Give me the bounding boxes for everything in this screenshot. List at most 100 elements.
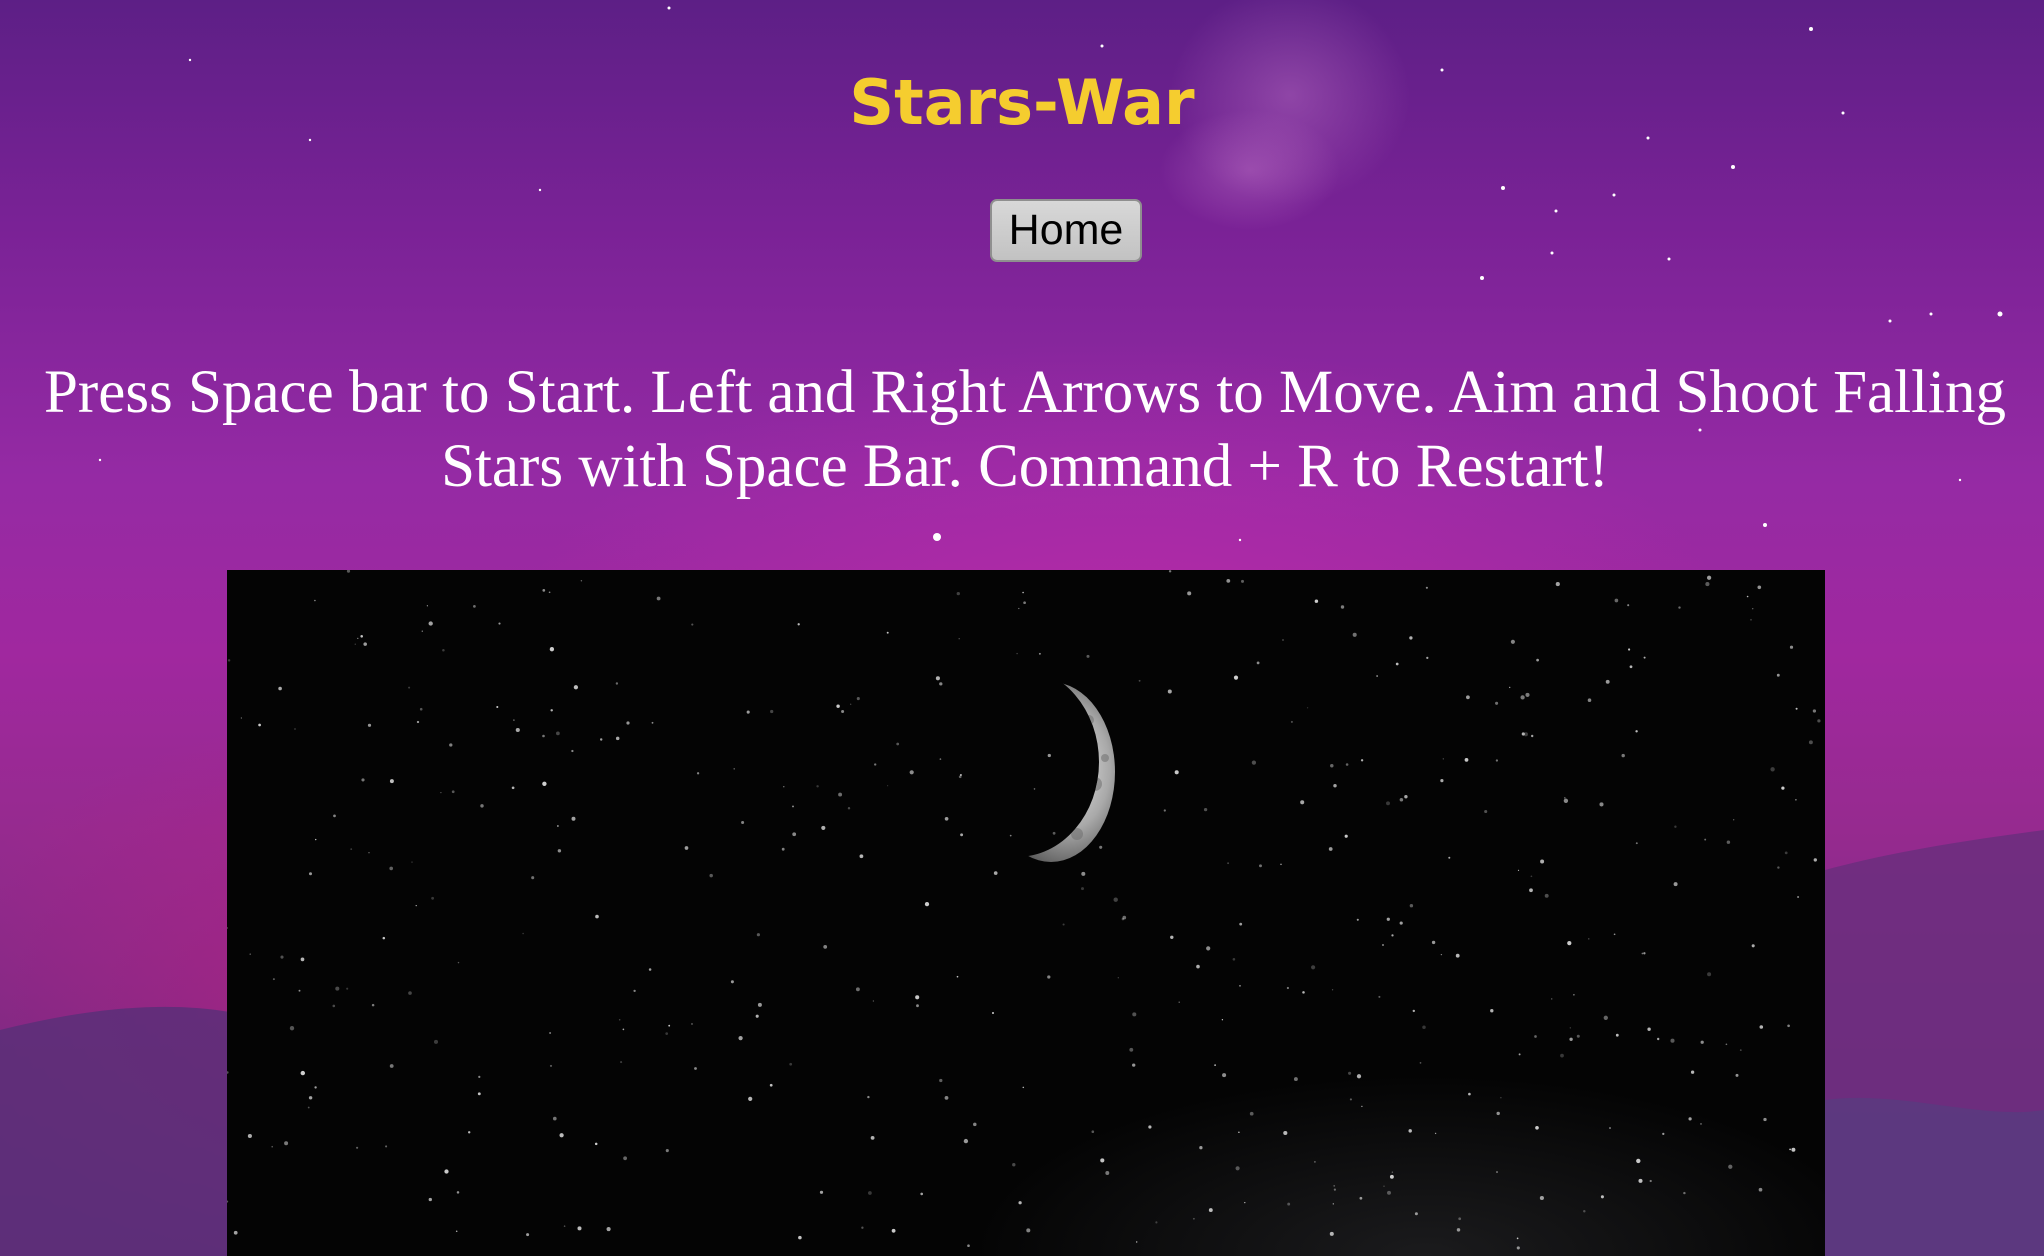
game-canvas[interactable]	[227, 570, 1825, 1256]
star	[1567, 940, 1572, 946]
star	[511, 786, 515, 790]
star	[368, 851, 370, 854]
star	[1751, 607, 1754, 610]
star	[1038, 652, 1041, 655]
star	[468, 1131, 471, 1134]
star	[1588, 938, 1590, 940]
star	[1434, 1132, 1437, 1135]
star	[1356, 918, 1359, 921]
star	[389, 1064, 394, 1068]
star	[1414, 1212, 1418, 1216]
star	[1232, 958, 1236, 961]
star	[385, 1145, 388, 1148]
star	[415, 905, 417, 907]
star	[748, 1096, 753, 1102]
star	[1329, 1231, 1334, 1236]
star	[1797, 895, 1800, 899]
star	[515, 727, 520, 733]
star	[346, 570, 351, 573]
star	[1442, 758, 1444, 760]
star	[1203, 807, 1208, 812]
star	[1192, 1217, 1195, 1220]
star	[896, 742, 900, 746]
star	[1812, 709, 1817, 713]
star	[615, 736, 620, 741]
star	[1674, 825, 1677, 828]
star	[496, 705, 499, 709]
star	[1306, 707, 1309, 709]
star	[573, 685, 579, 690]
star	[498, 622, 501, 625]
star	[792, 832, 797, 837]
star	[1573, 994, 1575, 996]
star	[944, 1096, 949, 1100]
star	[1609, 1127, 1611, 1129]
star	[455, 1230, 458, 1233]
star	[557, 849, 562, 853]
star	[227, 1071, 229, 1074]
star	[821, 825, 826, 830]
star	[307, 1106, 310, 1109]
home-button[interactable]: Home	[990, 199, 1142, 262]
star	[1331, 989, 1334, 991]
star	[1464, 758, 1469, 762]
star	[1587, 698, 1592, 702]
star	[1081, 887, 1084, 891]
star	[556, 731, 560, 736]
star	[733, 768, 735, 770]
star	[249, 953, 251, 955]
star	[841, 709, 845, 714]
star	[1409, 904, 1414, 908]
star	[798, 1235, 802, 1240]
star	[1404, 795, 1408, 799]
star	[1817, 719, 1821, 723]
star	[1813, 858, 1817, 862]
star	[1510, 639, 1515, 644]
star	[1168, 570, 1172, 573]
star	[1286, 986, 1290, 990]
star	[1525, 692, 1530, 697]
moon-icon	[987, 682, 1115, 862]
star	[357, 637, 359, 640]
star	[1791, 1147, 1796, 1152]
star	[350, 848, 353, 850]
star	[622, 1028, 625, 1031]
star	[1314, 1161, 1316, 1163]
star	[1378, 995, 1381, 998]
star	[1683, 1191, 1686, 1195]
star	[1688, 1117, 1692, 1121]
star	[1641, 952, 1644, 955]
star	[280, 955, 284, 959]
star	[1256, 661, 1260, 665]
star	[1348, 1071, 1352, 1075]
star	[1214, 1064, 1216, 1066]
star	[606, 1227, 611, 1232]
star	[1468, 1092, 1471, 1096]
star	[756, 933, 760, 937]
star	[868, 1191, 872, 1195]
star	[668, 1024, 671, 1027]
star	[1706, 575, 1712, 580]
star	[1391, 934, 1394, 937]
star	[1518, 1053, 1521, 1056]
star	[1383, 1185, 1385, 1187]
star	[1751, 944, 1755, 948]
star	[1808, 740, 1813, 745]
star	[1638, 1178, 1643, 1183]
star	[1705, 582, 1710, 587]
star	[1531, 734, 1534, 738]
star	[1344, 834, 1348, 838]
star	[1560, 1053, 1564, 1058]
star	[271, 1145, 273, 1148]
star	[367, 723, 372, 727]
star	[1132, 1012, 1137, 1017]
star	[1758, 1187, 1763, 1192]
star	[665, 1149, 669, 1153]
star	[1018, 607, 1020, 610]
star	[1422, 1025, 1426, 1029]
star	[360, 635, 363, 638]
star	[1122, 915, 1127, 920]
star	[1170, 935, 1174, 939]
star	[421, 630, 423, 632]
star	[623, 1156, 627, 1161]
